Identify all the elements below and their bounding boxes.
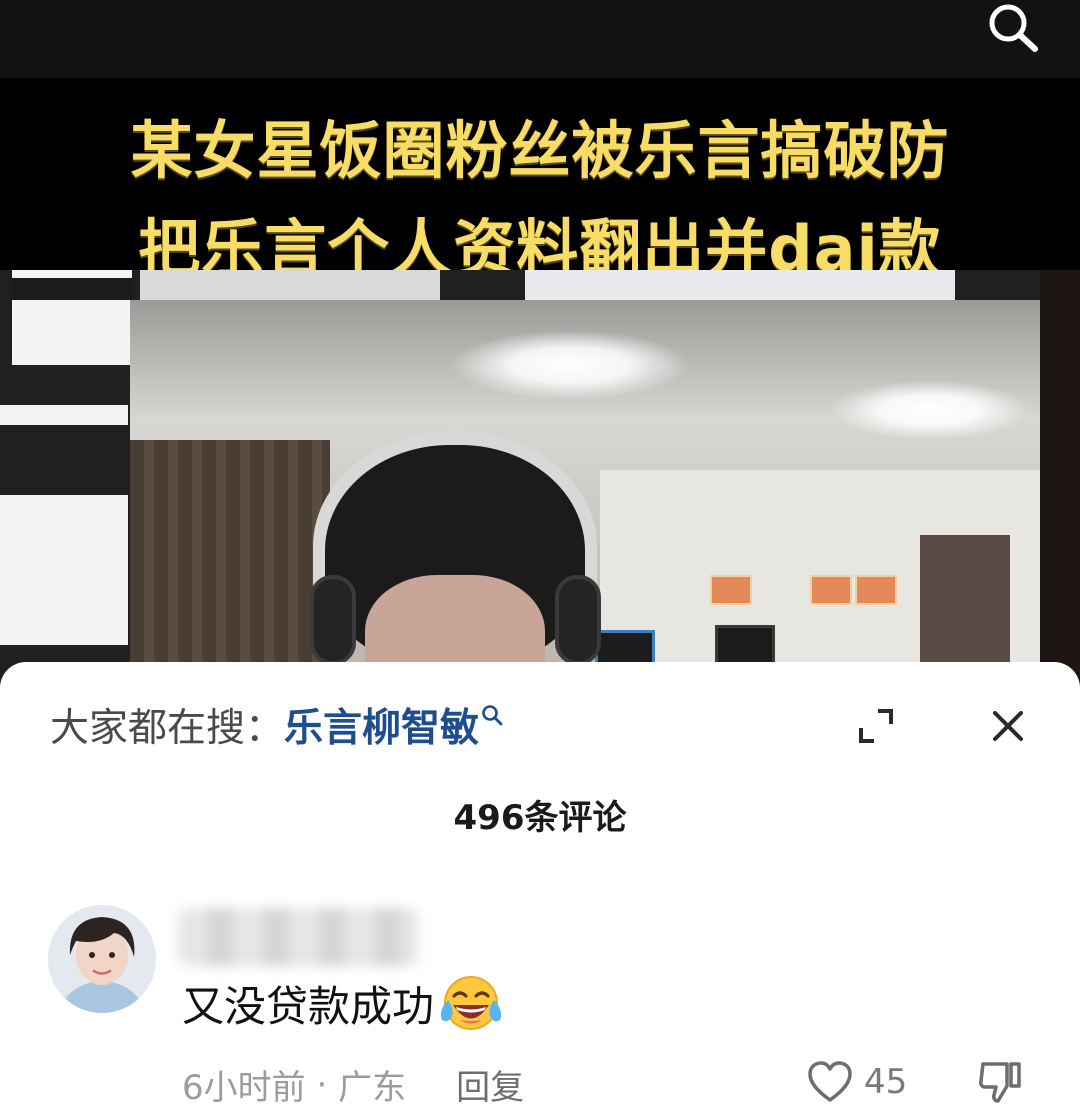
comment-item: 又没贷款成功 6小时前 · 广东 回复 45	[0, 902, 1080, 1109]
reply-button[interactable]: 回复	[456, 1060, 524, 1109]
comment-sheet: 大家都在搜： 乐言柳智敏 496条评论 又没贷款成功 6小时前 · 广东 回复 …	[0, 662, 1080, 1109]
background-edge	[1040, 270, 1080, 700]
close-icon	[993, 711, 1023, 741]
close-button[interactable]	[982, 700, 1034, 752]
webcam-view	[130, 300, 1040, 700]
wall-poster	[855, 575, 897, 605]
curtain	[130, 440, 330, 700]
wall-poster	[710, 575, 752, 605]
thumbs-down-icon	[979, 1062, 1021, 1103]
search-suggestion-term[interactable]: 乐言柳智敏	[284, 697, 479, 753]
background-window-bar	[12, 278, 132, 300]
background-window	[140, 270, 440, 300]
comment-meta: 6小时前 · 广东 回复	[182, 1060, 524, 1109]
background-window	[0, 495, 128, 645]
expand-icon	[859, 709, 893, 743]
background-window	[0, 405, 128, 425]
like-count: 45	[864, 1062, 908, 1102]
search-suggestion-prefix: 大家都在搜：	[50, 706, 285, 751]
username[interactable]	[178, 908, 418, 966]
ceiling-light	[830, 380, 1030, 440]
comment-count: 496条评论	[453, 798, 627, 838]
search-icon	[482, 705, 503, 726]
video-caption: 某女星饭圈粉丝被乐言搞破防 把乐言个人资料翻出并dai款	[0, 78, 1080, 285]
expand-button[interactable]	[850, 700, 902, 752]
headphone-earcup	[555, 575, 601, 665]
heart-icon	[808, 1061, 852, 1102]
search-suggestion[interactable]: 大家都在搜： 乐言柳智敏	[50, 698, 503, 752]
comment-location: 广东	[338, 1068, 407, 1108]
ceiling-light	[450, 330, 690, 400]
headphone-earcup	[310, 575, 356, 665]
avatar-image	[48, 905, 156, 1013]
avatar[interactable]	[48, 905, 156, 1013]
search-button[interactable]	[978, 0, 1048, 56]
comment-text: 又没贷款成功	[182, 981, 435, 1031]
like-button[interactable]: 45	[806, 1056, 907, 1108]
background-window	[525, 270, 955, 300]
video-player[interactable]: 某女星饭圈粉丝被乐言搞破防 把乐言个人资料翻出并dai款	[0, 0, 1080, 700]
top-bar	[0, 0, 1080, 78]
dislike-button[interactable]	[974, 1056, 1026, 1108]
meta-separator: ·	[305, 1064, 339, 1105]
streamer	[305, 425, 605, 700]
comment-time: 6小时前	[182, 1068, 306, 1108]
search-icon	[989, 4, 1038, 52]
caption-line-1: 某女星饭圈粉丝被乐言搞破防	[130, 114, 950, 187]
comment-text-row: 又没贷款成功	[182, 972, 506, 1034]
face-with-tears-of-joy-emoji	[440, 976, 502, 1030]
wall-poster	[810, 575, 852, 605]
